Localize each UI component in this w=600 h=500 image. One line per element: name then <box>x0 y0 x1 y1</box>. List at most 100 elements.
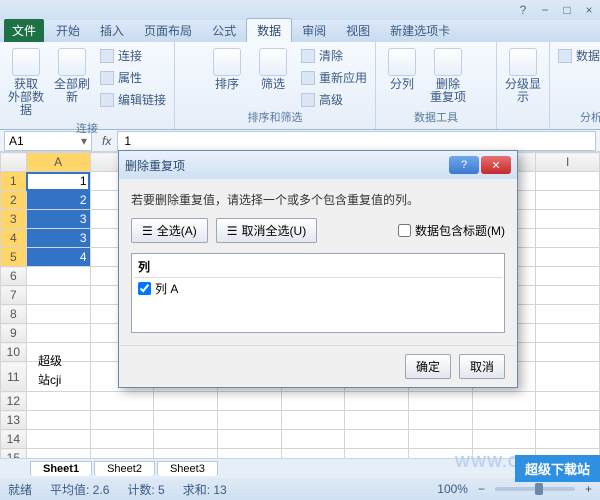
minimize-icon[interactable]: − <box>538 3 552 17</box>
zoom-label: 100% <box>437 482 468 496</box>
tab-layout[interactable]: 页面布局 <box>134 19 202 42</box>
adv-icon <box>301 93 315 107</box>
columns-listbox[interactable]: 列 列 A <box>131 253 505 333</box>
row-header[interactable]: 6 <box>1 267 27 286</box>
clear-icon <box>301 49 315 63</box>
col-header[interactable]: I <box>536 153 600 172</box>
checkbox-input[interactable] <box>138 282 151 295</box>
group-connections: 获取 外部数据 全部刷新 连接 属性 编辑链接 连接 <box>0 42 175 129</box>
tab-home[interactable]: 开始 <box>46 19 90 42</box>
ribbon-tabs: 文件 开始 插入 页面布局 公式 数据 审阅 视图 新建选项卡 <box>0 20 600 42</box>
group-label: 数据工具 <box>382 109 490 127</box>
cancel-button[interactable]: 取消 <box>459 354 505 379</box>
tab-insert[interactable]: 插入 <box>90 19 134 42</box>
status-mode: 就绪 <box>8 481 32 498</box>
edit-icon <box>100 93 114 107</box>
select-all-button[interactable]: ☰全选(A) <box>131 218 208 243</box>
list-item[interactable]: 列 A <box>134 278 502 299</box>
row-header[interactable]: 1 <box>1 172 27 191</box>
group-label: 排序和筛选 <box>181 109 369 127</box>
row-header[interactable]: 10 <box>1 343 27 362</box>
row-header[interactable]: 14 <box>1 430 27 449</box>
tab-formula[interactable]: 公式 <box>202 19 246 42</box>
row-header[interactable]: 7 <box>1 286 27 305</box>
more-icon[interactable] <box>474 46 490 102</box>
data-analysis-button[interactable]: 数据分析 <box>556 46 600 65</box>
get-external-data-button[interactable]: 获取 外部数据 <box>6 46 46 120</box>
dialog-titlebar[interactable]: 删除重复项 ? ✕ <box>119 151 517 179</box>
edit-links-button[interactable]: 编辑链接 <box>98 90 168 109</box>
row-header[interactable]: 11 <box>1 362 27 392</box>
tab-data[interactable]: 数据 <box>246 18 292 42</box>
status-avg: 平均值: 2.6 <box>50 481 109 498</box>
list-icon: ☰ <box>227 224 238 238</box>
refresh-all-button[interactable]: 全部刷新 <box>52 46 92 106</box>
status-count: 计数: 5 <box>127 481 164 498</box>
tab-custom[interactable]: 新建选项卡 <box>380 19 460 42</box>
restore-icon[interactable]: □ <box>560 3 574 17</box>
cell-a1[interactable]: 1 <box>26 172 90 191</box>
sort-asc-icon[interactable] <box>181 46 201 78</box>
dialog-help-button[interactable]: ? <box>449 156 479 174</box>
outline-icon <box>509 48 537 76</box>
text-to-columns-button[interactable]: 分列 <box>382 46 422 93</box>
select-all-corner[interactable] <box>1 153 27 172</box>
list-header: 列 <box>134 256 502 278</box>
group-analysis: 数据分析 分析 <box>550 42 600 129</box>
cell-a5[interactable]: 4 <box>26 248 90 267</box>
checkbox-input[interactable] <box>398 224 411 237</box>
reapply-button[interactable]: 重新应用 <box>299 68 369 87</box>
status-bar: 就绪 平均值: 2.6 计数: 5 求和: 13 100% − + <box>0 478 600 500</box>
row-header[interactable]: 12 <box>1 392 27 411</box>
row-header[interactable]: 4 <box>1 229 27 248</box>
tab-view[interactable]: 视图 <box>336 19 380 42</box>
ribbon: 获取 外部数据 全部刷新 连接 属性 编辑链接 连接 排序 筛选 清除 重新应用… <box>0 42 600 130</box>
status-sum: 求和: 13 <box>183 481 227 498</box>
group-data-tools: 分列 删除 重复项 数据工具 <box>376 42 497 129</box>
group-sort-filter: 排序 筛选 清除 重新应用 高级 排序和筛选 <box>175 42 376 129</box>
dup-icon <box>434 48 462 76</box>
cell-a3[interactable]: 3 <box>26 210 90 229</box>
group-label <box>503 125 543 127</box>
dialog-title: 删除重复项 <box>125 157 185 174</box>
advanced-button[interactable]: 高级 <box>299 90 369 109</box>
sheet-tab[interactable]: Sheet1 <box>30 461 92 476</box>
zoom-slider[interactable] <box>495 487 575 491</box>
sort-button[interactable]: 排序 <box>207 46 247 93</box>
zoom-in-icon[interactable]: + <box>585 482 592 496</box>
col-header-a[interactable]: A <box>26 153 90 172</box>
close-icon[interactable]: × <box>582 3 596 17</box>
row-header[interactable]: 13 <box>1 411 27 430</box>
site-badge: 超级下载站 <box>515 455 600 482</box>
row-header[interactable]: 9 <box>1 324 27 343</box>
tab-review[interactable]: 审阅 <box>292 19 336 42</box>
sheet-tab[interactable]: Sheet2 <box>94 461 155 476</box>
remove-duplicates-button[interactable]: 删除 重复项 <box>428 46 468 106</box>
row-header[interactable]: 2 <box>1 191 27 210</box>
clear-button[interactable]: 清除 <box>299 46 369 65</box>
data-icon <box>12 48 40 76</box>
tab-file[interactable]: 文件 <box>4 19 44 42</box>
cell-a4[interactable]: 3 <box>26 229 90 248</box>
filter-button[interactable]: 筛选 <box>253 46 293 93</box>
outline-button[interactable]: 分级显示 <box>503 46 543 106</box>
sort-desc-icon[interactable] <box>181 81 201 101</box>
ok-button[interactable]: 确定 <box>405 354 451 379</box>
row-header[interactable]: 5 <box>1 248 27 267</box>
help-icon[interactable]: ? <box>516 3 530 17</box>
unselect-all-button[interactable]: ☰取消全选(U) <box>216 218 317 243</box>
sheet-tab[interactable]: Sheet3 <box>157 461 218 476</box>
dialog-message: 若要删除重复值，请选择一个或多个包含重复值的列。 <box>131 191 505 208</box>
group-label: 连接 <box>6 120 168 138</box>
cell-a2[interactable]: 2 <box>26 191 90 210</box>
properties-button[interactable]: 属性 <box>98 68 168 87</box>
row-header[interactable]: 3 <box>1 210 27 229</box>
sort-icon <box>213 48 241 76</box>
has-headers-checkbox[interactable]: 数据包含标题(M) <box>398 222 505 239</box>
columns-icon <box>388 48 416 76</box>
connections-button[interactable]: 连接 <box>98 46 168 65</box>
row-header[interactable]: 8 <box>1 305 27 324</box>
formula-input[interactable]: 1 <box>117 131 596 151</box>
dialog-close-button[interactable]: ✕ <box>481 156 511 174</box>
zoom-out-icon[interactable]: − <box>478 482 485 496</box>
